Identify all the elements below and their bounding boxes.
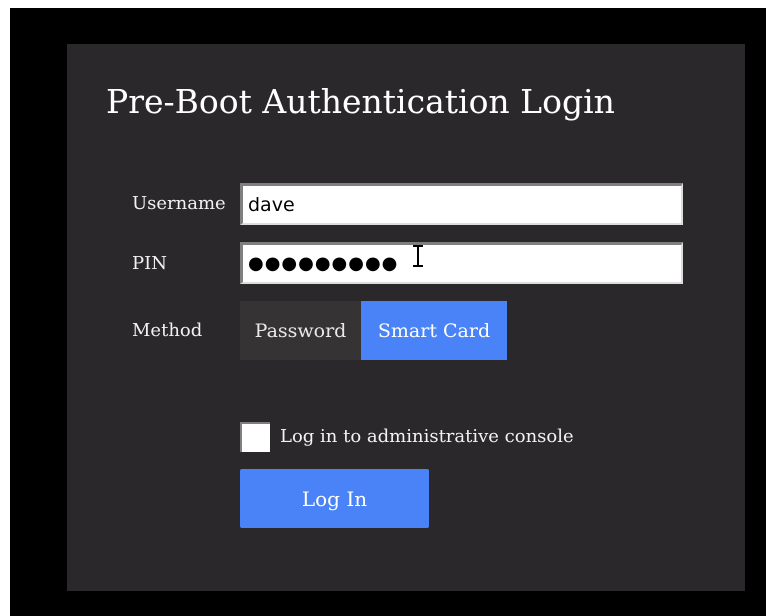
username-label: Username [132,193,226,214]
pin-field[interactable]: ●●●●●●●●● [240,242,683,284]
username-value: dave [248,193,295,216]
username-field[interactable]: dave [240,183,683,225]
admin-console-label[interactable]: Log in to administrative console [280,426,574,447]
pin-label: PIN [132,253,167,274]
admin-console-checkbox[interactable] [240,422,270,452]
pin-value: ●●●●●●●●● [248,253,399,274]
page-title: Pre-Boot Authentication Login [106,82,615,121]
method-label: Method [132,320,203,341]
method-option-password[interactable]: Password [240,301,361,360]
i-beam-cursor-icon [413,245,423,267]
log-in-button[interactable]: Log In [240,469,429,528]
method-option-smart-card[interactable]: Smart Card [361,301,507,360]
